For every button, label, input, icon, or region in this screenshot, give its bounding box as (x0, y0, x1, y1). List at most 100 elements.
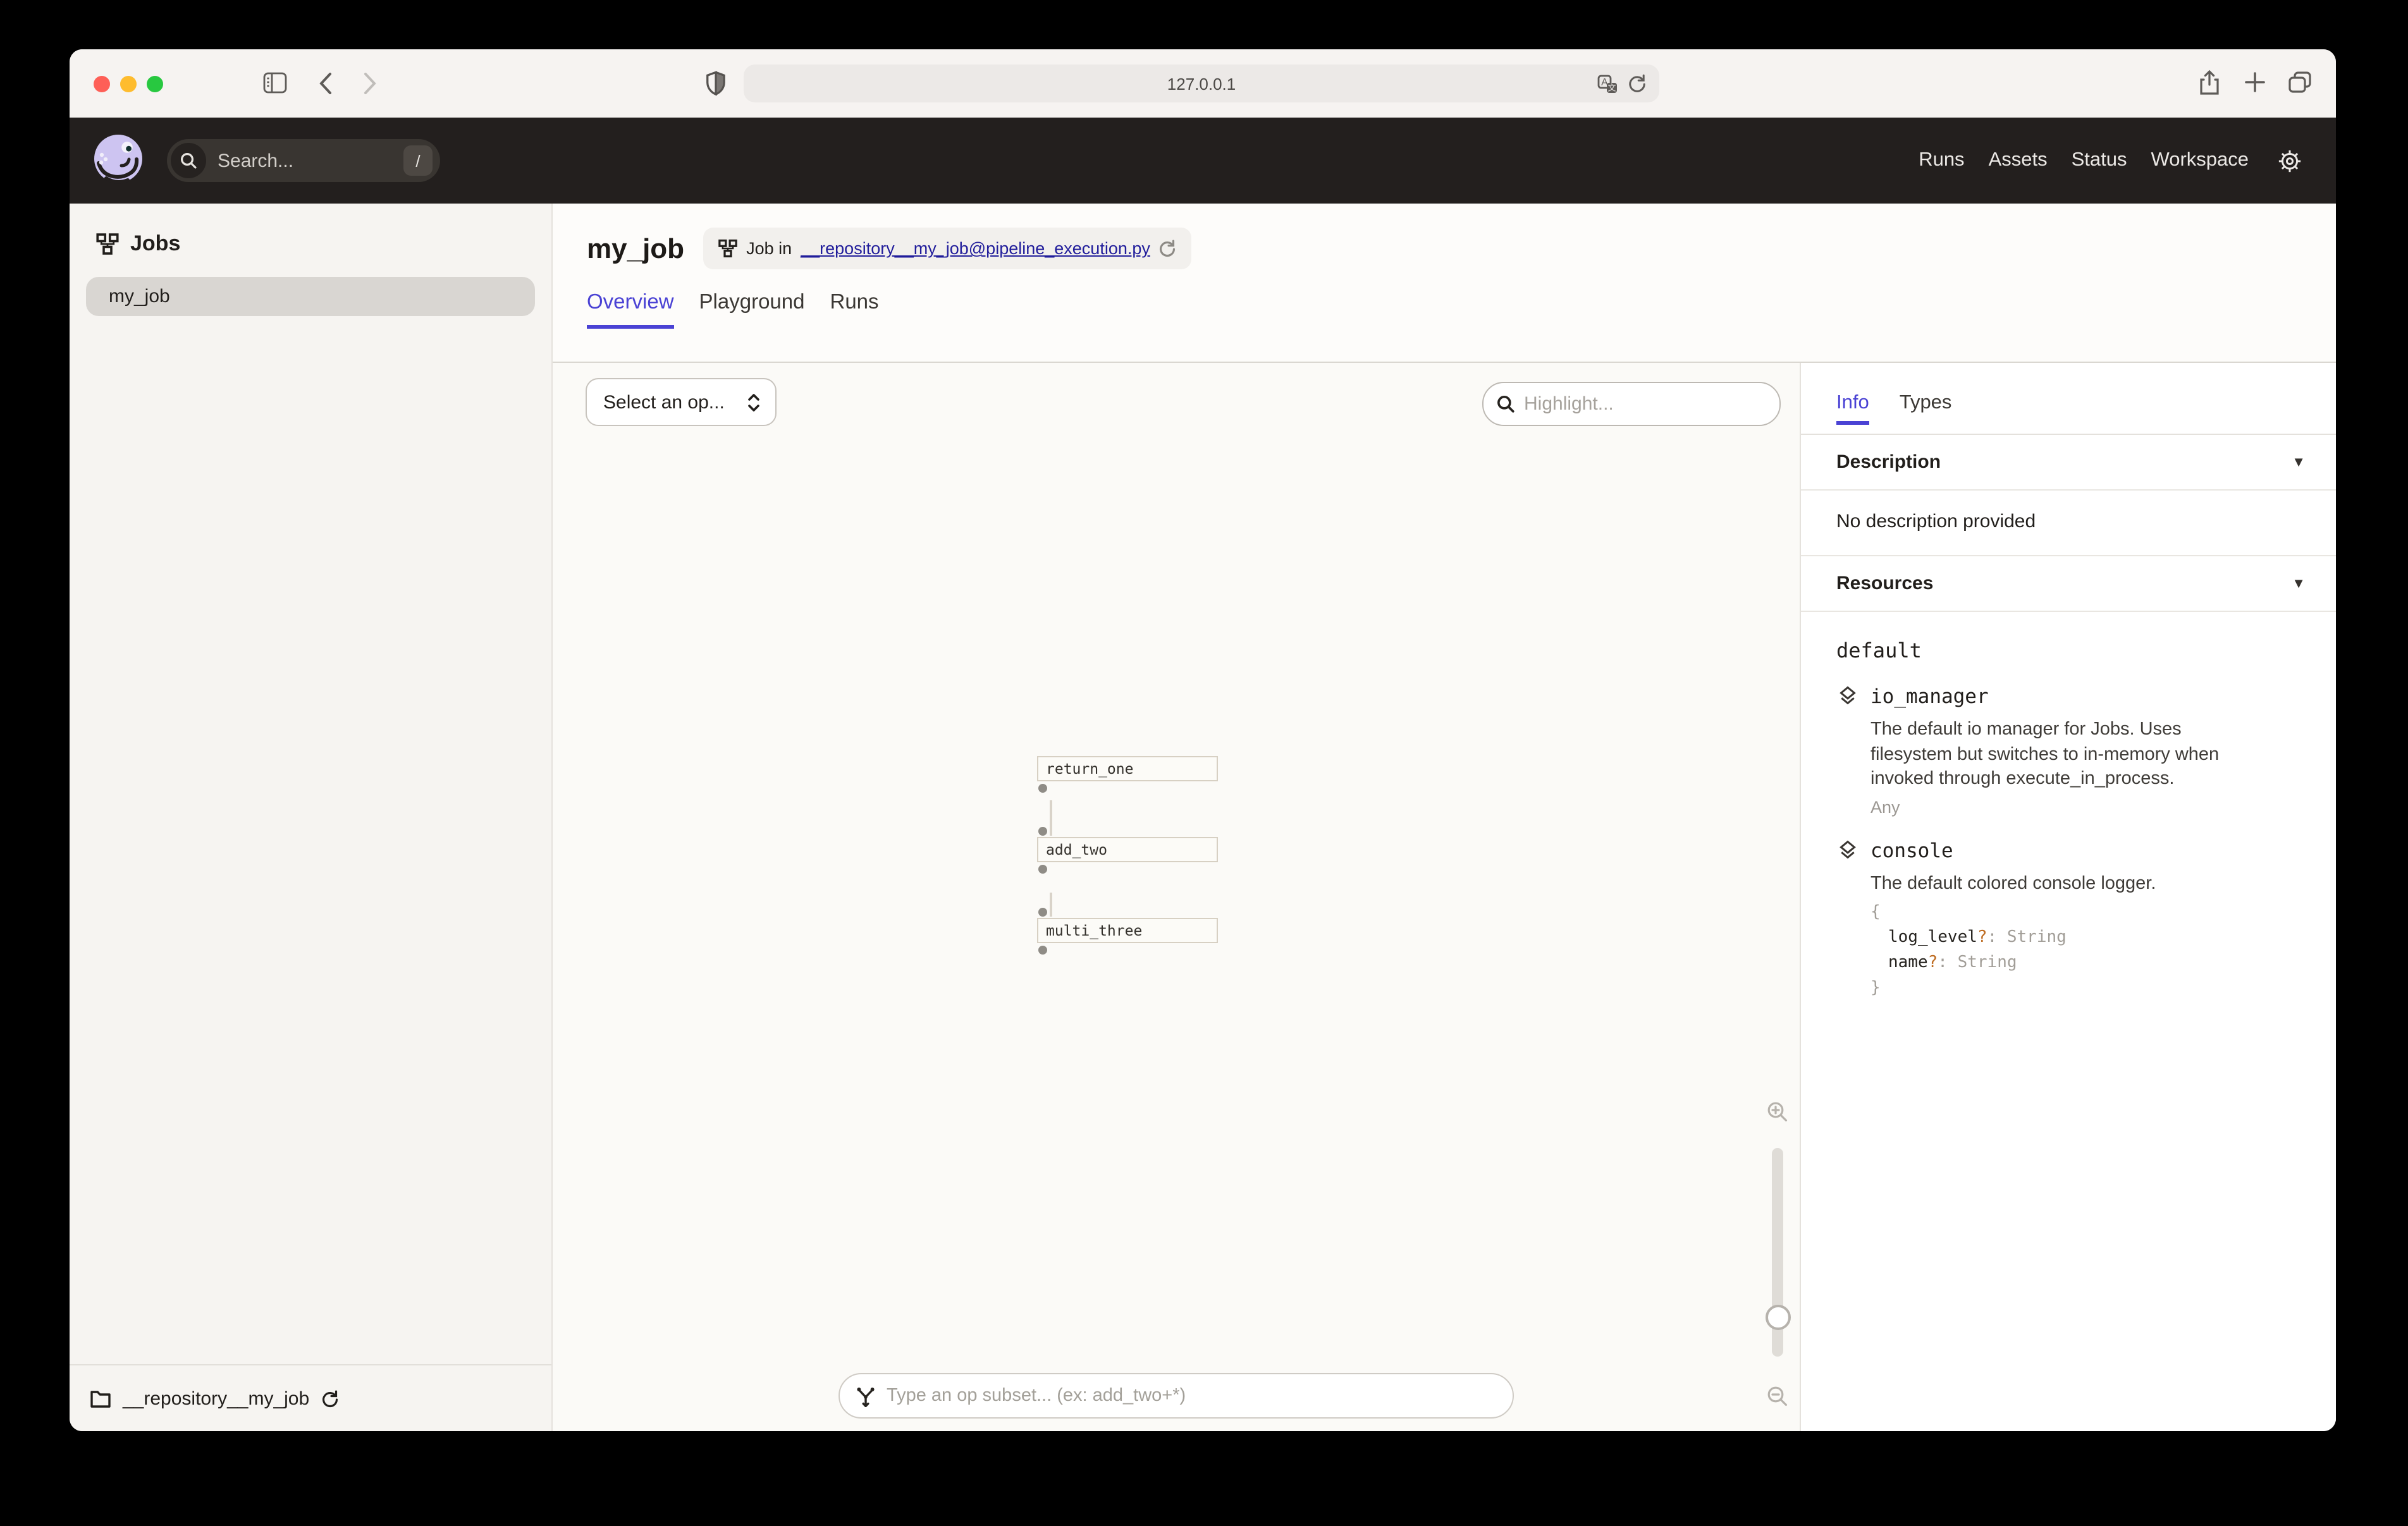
tab-overview[interactable]: Overview (587, 291, 674, 327)
job-icon (718, 239, 737, 258)
output-dot[interactable] (1038, 946, 1047, 955)
repository-footer[interactable]: __repository__my_job (70, 1364, 551, 1431)
config-brace-open: { (1870, 900, 2300, 925)
svg-text:文: 文 (1607, 83, 1616, 92)
stage: 127.0.0.1 A 文 (0, 0, 2408, 1526)
config-key: log_level (1888, 928, 1977, 947)
highlight-input[interactable] (1524, 393, 1776, 415)
breadcrumb-prefix: Job in (746, 239, 792, 258)
graph-edge (1050, 800, 1052, 836)
config-sep: : (1987, 928, 1998, 947)
share-icon[interactable] (2198, 70, 2221, 96)
zoom-slider-thumb[interactable] (1766, 1305, 1791, 1330)
settings-gear-icon[interactable] (2276, 147, 2303, 174)
resource-name: console (1870, 839, 1953, 862)
privacy-shield-icon[interactable] (706, 71, 726, 96)
folder-icon (90, 1389, 111, 1408)
description-title: Description (1836, 451, 1941, 473)
tab-playground[interactable]: Playground (699, 291, 805, 327)
config-schema: { log_level?: String name?: String (1870, 900, 2300, 1002)
job-tabs: Overview Playground Runs (587, 291, 2306, 327)
resource-console: console The default colored console logg… (1836, 838, 2300, 1002)
nav-workspace[interactable]: Workspace (2151, 149, 2249, 172)
page-title: my_job (587, 232, 684, 265)
resources-default-label: default (1836, 638, 2300, 662)
browser-window: 127.0.0.1 A 文 (70, 49, 2336, 1431)
close-window-button[interactable] (94, 76, 110, 92)
nav-assets[interactable]: Assets (1989, 149, 2048, 172)
breadcrumb-repo-link[interactable]: __repository__my_job@pipeline_execution.… (801, 239, 1150, 258)
config-key: name (1888, 953, 1928, 972)
config-brace-close: } (1870, 977, 2300, 1002)
chevron-down-icon: ▼ (2292, 455, 2306, 470)
info-panel: Info Types Description ▼ No description … (1800, 363, 2336, 1431)
address-bar[interactable]: 127.0.0.1 A 文 (744, 64, 1659, 102)
resource-layers-icon (1836, 684, 1859, 708)
nav-status[interactable]: Status (2072, 149, 2127, 172)
translate-icon[interactable]: A 文 (1597, 74, 1618, 93)
description-section-header[interactable]: Description ▼ (1801, 435, 2336, 491)
op-graph-pane[interactable]: Select an op... (553, 363, 1800, 1431)
op-subset-graph-icon (855, 1385, 876, 1407)
resource-type: Any (1870, 798, 2300, 817)
output-dot[interactable] (1038, 784, 1047, 793)
op-selector-dropdown[interactable]: Select an op... (586, 378, 777, 426)
forward-button[interactable] (363, 72, 377, 95)
resource-layers-icon (1836, 838, 1859, 862)
nav-runs[interactable]: Runs (1919, 149, 1964, 172)
tab-info[interactable]: Info (1836, 392, 1869, 434)
tab-overview-icon[interactable] (2288, 71, 2312, 94)
resource-description: The default colored console logger. (1870, 872, 2230, 897)
jobs-title: Jobs (130, 231, 180, 257)
new-tab-icon[interactable] (2244, 71, 2266, 94)
tab-runs[interactable]: Runs (830, 291, 879, 327)
op-selector-label: Select an op... (603, 391, 745, 413)
graph-node-add-two[interactable]: add_two (1037, 837, 1218, 862)
sidebar-toggle-icon[interactable] (263, 72, 287, 94)
description-body: No description provided (1801, 491, 2336, 556)
reload-icon[interactable] (1628, 73, 1647, 94)
config-sep: : (1938, 953, 1948, 972)
graph-node-multi-three[interactable]: multi_three (1037, 918, 1218, 943)
config-field: name?: String (1870, 951, 2300, 976)
tab-types[interactable]: Types (1900, 392, 1952, 434)
chevron-down-icon: ▼ (2292, 576, 2306, 591)
config-type: String (1958, 953, 2017, 972)
config-optional: ? (1928, 953, 1938, 972)
minimize-window-button[interactable] (120, 76, 137, 92)
op-subset-input[interactable] (887, 1386, 1497, 1406)
panel-tabs: Info Types (1801, 363, 2336, 435)
resource-name: io_manager (1870, 685, 1989, 707)
search-placeholder: Search... (218, 150, 293, 171)
app-header: Search... / Runs Assets Status Workspace (70, 118, 2336, 204)
resource-description: The default io manager for Jobs. Uses fi… (1870, 718, 2230, 793)
breadcrumb-reload-icon[interactable] (1159, 239, 1177, 258)
input-dot[interactable] (1038, 908, 1047, 917)
resources-section-header[interactable]: Resources ▼ (1801, 556, 2336, 612)
url-text: 127.0.0.1 (1167, 74, 1236, 93)
sidebar-item-my-job[interactable]: my_job (86, 277, 535, 316)
input-dot[interactable] (1038, 827, 1047, 836)
job-header: my_job Job in __repository__my_job@pip (553, 204, 2336, 363)
browser-toolbar: 127.0.0.1 A 文 (70, 49, 2336, 118)
jobs-sidebar: Jobs my_job __repository__my_job (70, 204, 553, 1431)
zoom-window-button[interactable] (147, 76, 163, 92)
graph-node-return-one[interactable]: return_one (1037, 756, 1218, 781)
op-subset-box[interactable] (838, 1373, 1514, 1419)
breadcrumb: Job in __repository__my_job@pipeline_exe… (703, 228, 1192, 269)
config-field: log_level?: String (1870, 925, 2300, 951)
top-nav: Runs Assets Status Workspace (1919, 149, 2249, 172)
graph-edge (1050, 893, 1052, 917)
dagster-logo[interactable] (91, 133, 147, 188)
repository-reload-icon[interactable] (321, 1389, 338, 1408)
zoom-in-icon[interactable] (1767, 1101, 1788, 1123)
config-type: String (2007, 928, 2067, 947)
back-button[interactable] (319, 72, 333, 95)
select-chevrons-icon (745, 391, 763, 413)
job-item-label: my_job (109, 286, 170, 307)
output-dot[interactable] (1038, 865, 1047, 874)
highlight-search[interactable] (1482, 382, 1781, 426)
description-empty-text: No description provided (1836, 511, 2036, 532)
zoom-out-icon[interactable] (1767, 1386, 1788, 1407)
global-search[interactable]: Search... / (167, 139, 440, 182)
